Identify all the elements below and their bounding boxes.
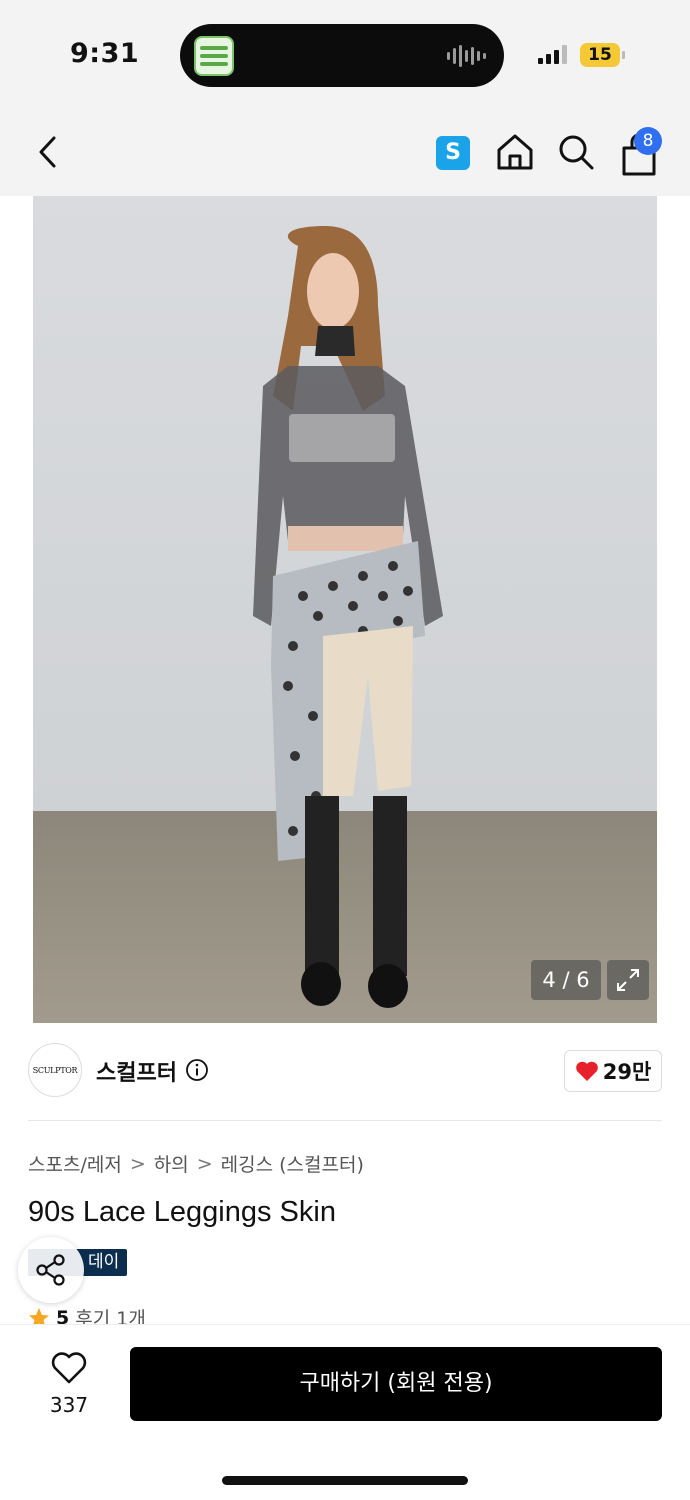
- brand-row: SCULPTOR 스컬프터 29만: [28, 1040, 662, 1104]
- brand-like-count: 29만: [602, 1060, 652, 1084]
- model-figure: [253, 226, 443, 1008]
- home-indicator: [222, 1476, 468, 1485]
- expand-icon: [617, 969, 639, 991]
- app-header: S: [0, 110, 690, 196]
- cart-count-badge: 8: [634, 127, 662, 155]
- battery-indicator: 15: [580, 43, 620, 67]
- brand-like-button[interactable]: 29만: [564, 1050, 662, 1092]
- search-icon[interactable]: [555, 130, 597, 174]
- status-bar: 9:31 15: [0, 0, 690, 110]
- brand-logo[interactable]: SCULPTOR: [28, 1043, 82, 1097]
- image-counter-group: 4 / 6: [531, 960, 649, 1000]
- breadcrumb-item-category[interactable]: 스포츠/레저: [28, 1150, 122, 1177]
- chevron-left-icon[interactable]: [30, 130, 70, 174]
- battery-cap: [622, 51, 625, 59]
- status-time: 9:31: [70, 38, 140, 69]
- wishlist-button[interactable]: 337: [30, 1351, 108, 1431]
- heart-outline-icon: [51, 1352, 87, 1384]
- share-icon: [36, 1254, 65, 1286]
- buy-button[interactable]: 구매하기 (회원 전용): [130, 1347, 662, 1421]
- breadcrumb-separator-icon: >: [129, 1152, 146, 1175]
- audio-waveform-icon: [447, 44, 486, 68]
- breadcrumb-item-leaf[interactable]: 레깅스 (스컬프터): [221, 1150, 364, 1177]
- home-icon[interactable]: [494, 130, 536, 174]
- dynamic-island: [180, 24, 504, 87]
- bottom-action-bar: 337 구매하기 (회원 전용): [0, 1324, 690, 1500]
- breadcrumb-item-subcategory[interactable]: 하의: [154, 1150, 189, 1177]
- share-button[interactable]: [18, 1237, 84, 1303]
- breadcrumb: 스포츠/레저 > 하의 > 레깅스 (스컬프터): [28, 1150, 364, 1177]
- breadcrumb-separator-icon: >: [196, 1152, 213, 1175]
- divider: [28, 1120, 662, 1121]
- image-counter: 4 / 6: [531, 960, 601, 1000]
- heart-filled-icon: [575, 1061, 598, 1081]
- now-playing-thumbnail: [194, 36, 234, 76]
- product-title: 90s Lace Leggings Skin: [28, 1196, 336, 1228]
- cellular-signal-icon: [538, 44, 567, 64]
- s-badge-button[interactable]: S: [436, 136, 470, 170]
- brand-name[interactable]: 스컬프터: [96, 1055, 177, 1087]
- wishlist-count: 337: [49, 1393, 89, 1417]
- product-image[interactable]: 4 / 6: [33, 196, 657, 1023]
- info-icon[interactable]: [185, 1058, 209, 1082]
- expand-button[interactable]: [607, 960, 649, 1000]
